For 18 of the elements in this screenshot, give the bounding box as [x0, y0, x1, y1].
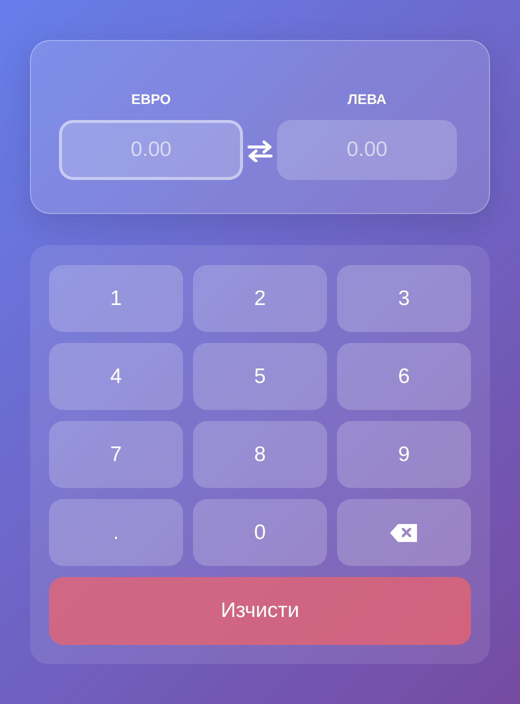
key-button[interactable]: 7: [49, 421, 183, 488]
backspace-icon: [390, 524, 418, 542]
clear-button[interactable]: Изчисти: [49, 577, 471, 645]
currency-label: ЛЕВА: [346, 91, 388, 108]
key-button[interactable]: 3: [337, 265, 471, 332]
currency-label: ЕВРО: [130, 91, 172, 108]
key-button[interactable]: 9: [337, 421, 471, 488]
amount-field[interactable]: 0.00: [59, 120, 243, 180]
key-button[interactable]: 2: [193, 265, 327, 332]
key-button[interactable]: 6: [337, 343, 471, 410]
key-button[interactable]: .: [49, 499, 183, 566]
key-button[interactable]: 4: [49, 343, 183, 410]
key-button[interactable]: 5: [193, 343, 327, 410]
key-button[interactable]: 1: [49, 265, 183, 332]
backspace-button[interactable]: [337, 499, 471, 566]
key-button[interactable]: 0: [193, 499, 327, 566]
key-button[interactable]: 8: [193, 421, 327, 488]
swap-icon[interactable]: [247, 140, 273, 162]
